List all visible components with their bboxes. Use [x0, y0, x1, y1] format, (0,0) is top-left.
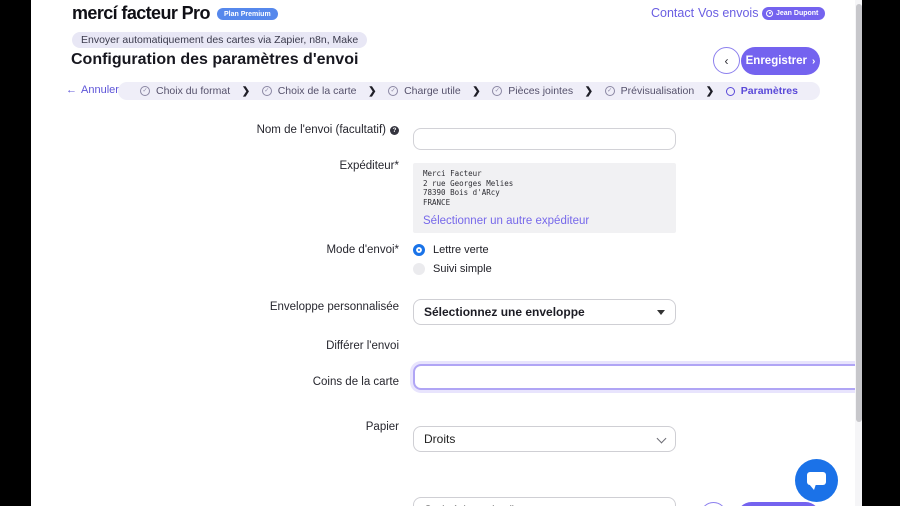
chevron-separator-icon: ❯ — [584, 85, 594, 97]
radio-label: Lettre verte — [433, 244, 489, 256]
step-previsualisation[interactable]: ✓ Prévisualisation — [604, 85, 695, 97]
stepper-bar: ✓ Choix du format ❯ ✓ Choix de la carte … — [118, 82, 820, 100]
caret-down-icon — [657, 309, 665, 315]
check-circle-icon: ✓ — [261, 86, 272, 96]
chat-bubble-icon — [807, 472, 826, 490]
plan-premium-badge: Plan Premium — [217, 8, 278, 20]
sender-address: Merci Facteur 2 rue Georges Melies 78390… — [423, 169, 514, 207]
save-button-bottom[interactable] — [737, 502, 820, 506]
corners-select-value: Droits — [424, 432, 456, 446]
context-pill: Envoyer automatiquement des cartes via Z… — [72, 32, 368, 48]
step-label: Charge utile — [404, 85, 461, 97]
chat-widget-button[interactable] — [795, 459, 838, 502]
change-sender-link[interactable]: Sélectionner un autre expéditeur — [423, 215, 589, 227]
envelope-select-value: Sélectionnez une enveloppe — [424, 305, 585, 319]
chevron-down-icon — [657, 435, 665, 443]
radio-circle-icon — [725, 86, 735, 96]
user-account-badge[interactable]: Jean Dupont — [762, 7, 826, 20]
delay-number-input[interactable] — [413, 364, 862, 390]
check-circle-icon: ✓ — [140, 86, 150, 96]
step-label: Pièces jointes — [508, 85, 574, 97]
page-title: Configuration des paramètres d'envoi — [71, 51, 359, 68]
user-avatar-icon — [766, 10, 773, 17]
corners-field-label: Coins de la carte — [312, 376, 399, 388]
chevron-separator-icon: ❯ — [472, 85, 481, 97]
step-parametres[interactable]: Paramètres — [725, 85, 798, 97]
step-choix-de-la-carte[interactable]: ✓ Choix de la carte — [261, 85, 357, 97]
chevron-left-icon: ‹ — [724, 53, 729, 68]
step-choix-du-format[interactable]: ✓ Choix du format — [140, 85, 230, 97]
cancel-label: Annuler — [81, 84, 119, 96]
step-label: Prévisualisation — [620, 85, 695, 97]
check-circle-icon: ✓ — [388, 86, 399, 96]
paper-field-label: Papier — [365, 421, 399, 433]
step-pieces-jointes[interactable]: ✓ Pièces jointes — [492, 85, 573, 97]
step-charge-utile[interactable]: ✓ Charge utile — [388, 85, 461, 97]
chevron-separator-icon: ❯ — [368, 85, 377, 97]
radio-selected-icon[interactable] — [413, 244, 425, 256]
radio-unselected-icon[interactable] — [413, 263, 425, 275]
corners-select[interactable]: Droits — [413, 426, 676, 452]
app-window: mercí facteur Pro Plan Premium Contact V… — [31, 0, 862, 506]
nav-contact-link[interactable]: Contact — [651, 6, 694, 20]
check-circle-icon: ✓ — [492, 86, 503, 96]
chevron-separator-icon: ❯ — [241, 85, 251, 97]
radio-option-suivi-simple[interactable]: Suivi simple — [413, 263, 676, 275]
radio-label: Suivi simple — [433, 263, 492, 275]
back-button-bottom[interactable] — [700, 502, 727, 506]
arrow-left-icon: ← — [66, 84, 77, 96]
delay-field-label: Différer l'envoi — [326, 340, 399, 352]
chevron-right-icon: › — [812, 55, 816, 67]
step-label: Choix de la carte — [277, 85, 357, 97]
paper-select[interactable]: Satiné (standard) — [413, 497, 676, 506]
send-name-input[interactable] — [413, 128, 676, 150]
check-circle-icon: ✓ — [604, 86, 615, 96]
scrollbar-thumb[interactable] — [855, 4, 862, 422]
radio-option-lettre-verte[interactable]: Lettre verte — [413, 244, 676, 256]
help-icon[interactable]: ? — [390, 126, 399, 135]
save-button[interactable]: Enregistrer › — [741, 47, 820, 75]
back-button[interactable]: ‹ — [713, 47, 740, 74]
cancel-link[interactable]: ← Annuler — [66, 84, 119, 96]
scrollbar-track[interactable] — [855, 0, 862, 506]
name-field-label: Nom de l'envoi (facultatif)? — [31, 124, 399, 136]
sender-box: Merci Facteur 2 rue Georges Melies 78390… — [413, 163, 676, 233]
sender-field-label: Expéditeur* — [339, 160, 399, 172]
save-button-label: Enregistrer — [745, 55, 807, 67]
envelope-field-label: Enveloppe personnalisée — [269, 301, 399, 313]
chevron-separator-icon: ❯ — [705, 85, 715, 97]
nav-vos-envois-link[interactable]: Vos envois — [698, 6, 758, 20]
step-label: Choix du format — [156, 85, 231, 97]
envelope-select[interactable]: Sélectionnez une enveloppe — [413, 299, 676, 325]
user-name: Jean Dupont — [776, 10, 819, 17]
mode-field-label: Mode d'envoi* — [326, 244, 399, 256]
brand-logo[interactable]: mercí facteur Pro — [72, 3, 210, 24]
step-label: Paramètres — [740, 85, 798, 97]
